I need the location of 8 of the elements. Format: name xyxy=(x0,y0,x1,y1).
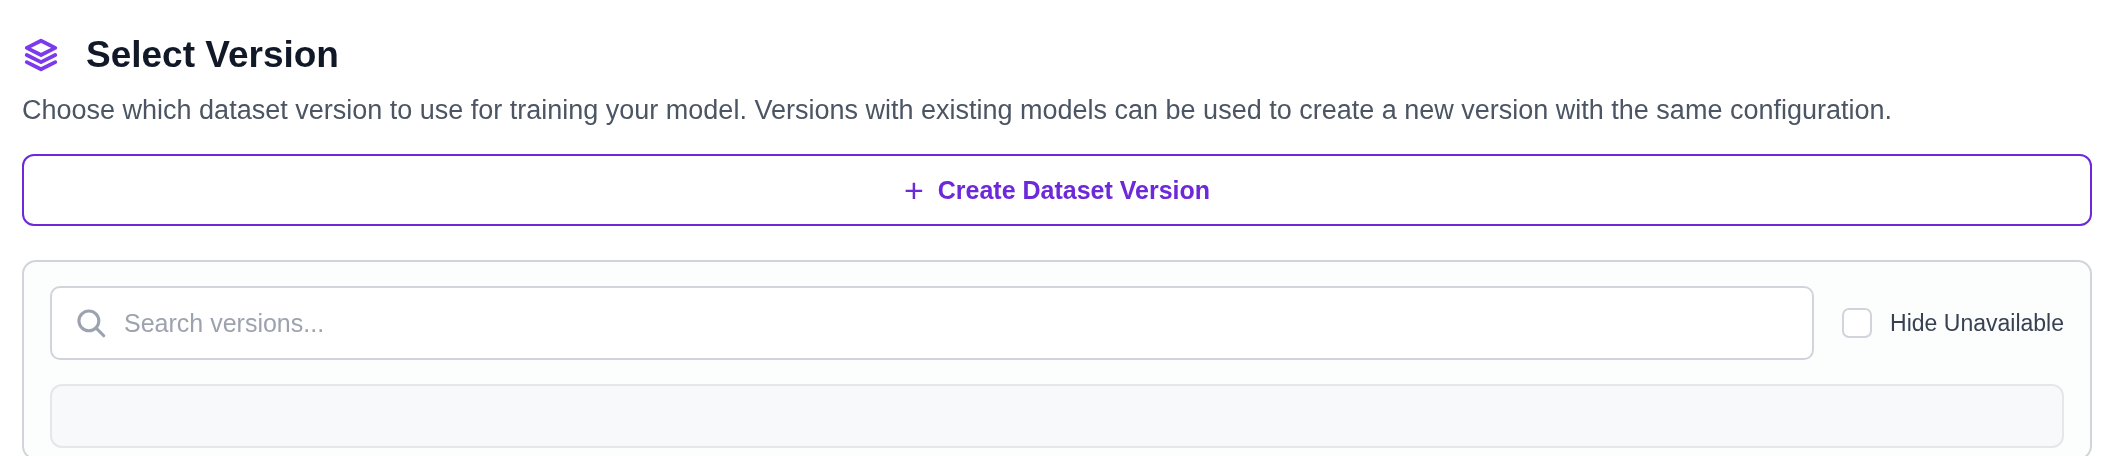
search-field[interactable]: Search versions... xyxy=(50,286,1815,360)
section-title: Select Version xyxy=(86,34,339,76)
checkbox[interactable] xyxy=(1842,308,1873,338)
search-icon xyxy=(74,306,108,340)
checkbox-label[interactable]: Hide Unavailable xyxy=(1890,309,2064,337)
description: Choose which dataset version to use for training your model. Versions with existing models can be used to create a new version with the same configuration. xyxy=(22,94,1893,127)
layers-icon xyxy=(22,36,60,74)
create-dataset-version-button[interactable]: + Create Dataset Version xyxy=(22,154,2092,226)
